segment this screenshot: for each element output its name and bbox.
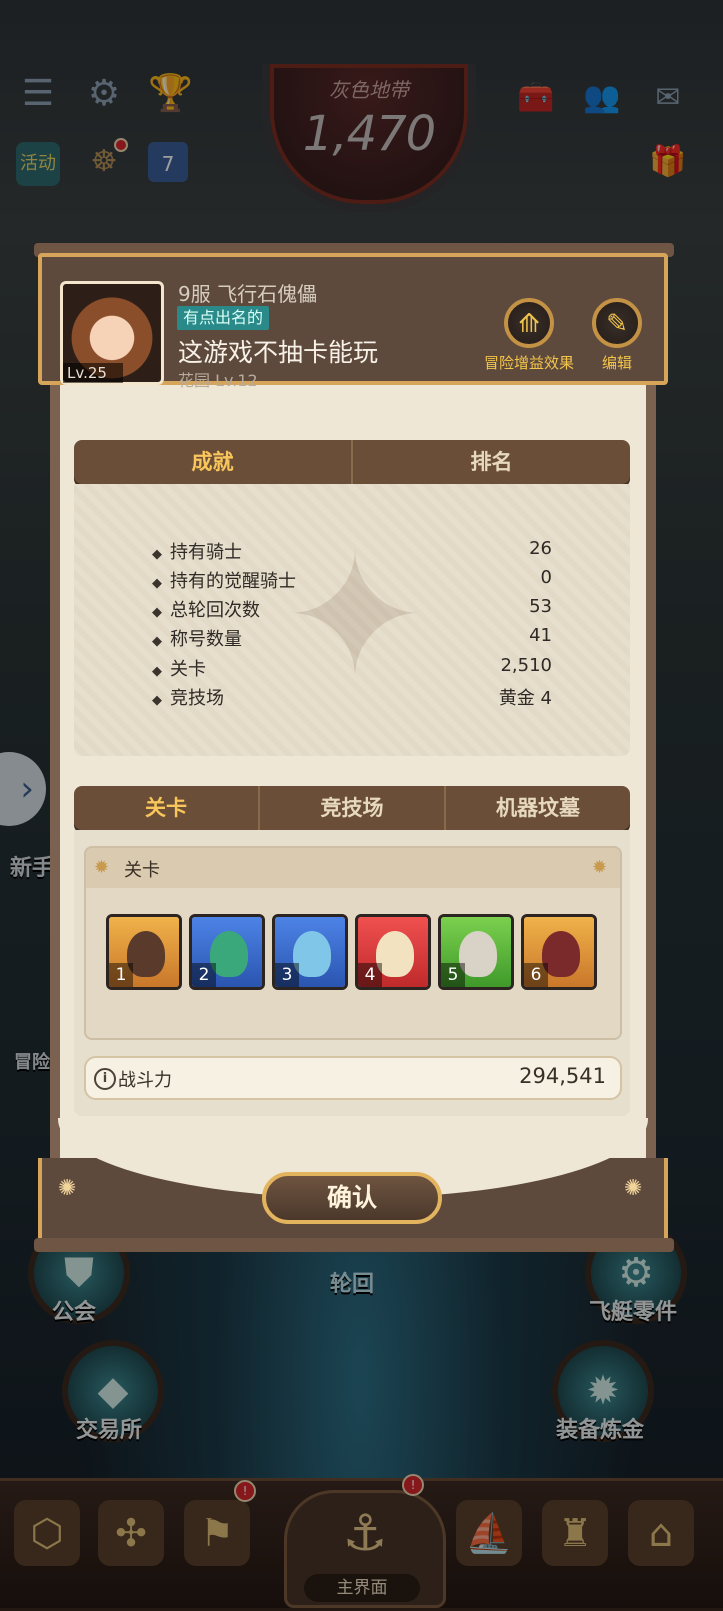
stat-value: 黄金 4: [498, 688, 552, 709]
stat-row: 总轮回次数 53: [152, 596, 552, 624]
hero-number: 6: [524, 963, 548, 987]
stat-row: 持有骑士 26: [152, 538, 552, 566]
stat-row: 关卡 2,510: [152, 655, 552, 683]
adventure-buff-button[interactable]: ⟰: [504, 298, 554, 348]
edit-button[interactable]: ✎: [592, 298, 642, 348]
stat-value: 26: [529, 538, 552, 559]
hero-number: 5: [441, 963, 465, 987]
modal-bottom-rail: [34, 1238, 674, 1252]
hero-slot[interactable]: 4: [355, 914, 431, 990]
hero-number: 3: [275, 963, 299, 987]
player-level: Lv.25: [63, 363, 123, 383]
stat-label: 持有的觉醒骑士: [152, 571, 296, 592]
hero-slot[interactable]: 2: [189, 914, 265, 990]
feather-pen-icon: ✎: [606, 309, 628, 339]
hero-slot[interactable]: 5: [438, 914, 514, 990]
garden-level: 花园 Lv.12: [178, 371, 258, 390]
hero-slot[interactable]: 3: [272, 914, 348, 990]
hero-number: 4: [358, 963, 382, 987]
gear-icon: ✹: [94, 857, 110, 878]
top-tabbar: 成就 排名: [74, 440, 630, 484]
confirm-button[interactable]: 确认: [262, 1172, 442, 1224]
chevron-up-icon: ⟰: [518, 309, 540, 339]
stage-box-header: [86, 848, 620, 888]
combat-power-value: 294,541: [519, 1064, 606, 1088]
stat-label: 竞技场: [152, 688, 224, 709]
edit-label: 编辑: [601, 354, 632, 372]
sun-ornament-icon: ✺: [624, 1176, 643, 1201]
stat-row: 称号数量 41: [152, 625, 552, 653]
hero-slot[interactable]: 1: [106, 914, 182, 990]
info-icon[interactable]: i: [94, 1068, 116, 1090]
stat-value: 41: [529, 625, 552, 646]
stage-title: 关卡: [124, 860, 160, 881]
sun-ornament-icon: ✺: [58, 1176, 77, 1201]
stat-value: 53: [529, 596, 552, 617]
tab-ranking[interactable]: 排名: [353, 440, 630, 484]
stat-label: 持有骑士: [152, 542, 242, 563]
tab-achievements[interactable]: 成就: [74, 440, 353, 484]
stat-row: 持有的觉醒骑士 0: [152, 567, 552, 595]
stat-value: 2,510: [500, 655, 552, 676]
hero-number: 1: [109, 963, 133, 987]
player-name: 这游戏不抽卡能玩: [178, 338, 379, 367]
stat-value: 0: [540, 567, 552, 588]
stat-label: 关卡: [152, 659, 206, 680]
tab-arena[interactable]: 竞技场: [260, 786, 446, 830]
tab-machine-tomb[interactable]: 机器坟墓: [446, 786, 630, 830]
mid-tabbar: 关卡 竞技场 机器坟墓: [74, 786, 630, 830]
title-badge: 有点出名的: [177, 306, 270, 330]
stat-row: 竞技场 黄金 4: [152, 684, 552, 712]
stat-label: 总轮回次数: [152, 600, 260, 621]
tab-stage[interactable]: 关卡: [74, 786, 260, 830]
stat-label: 称号数量: [152, 629, 242, 650]
combat-power-label: 战斗力: [118, 1070, 172, 1091]
gear-icon: ✹: [592, 857, 608, 878]
server-name: 9服 飞行石傀儡: [178, 282, 318, 306]
hero-slot[interactable]: 6: [521, 914, 597, 990]
hero-number: 2: [192, 963, 216, 987]
